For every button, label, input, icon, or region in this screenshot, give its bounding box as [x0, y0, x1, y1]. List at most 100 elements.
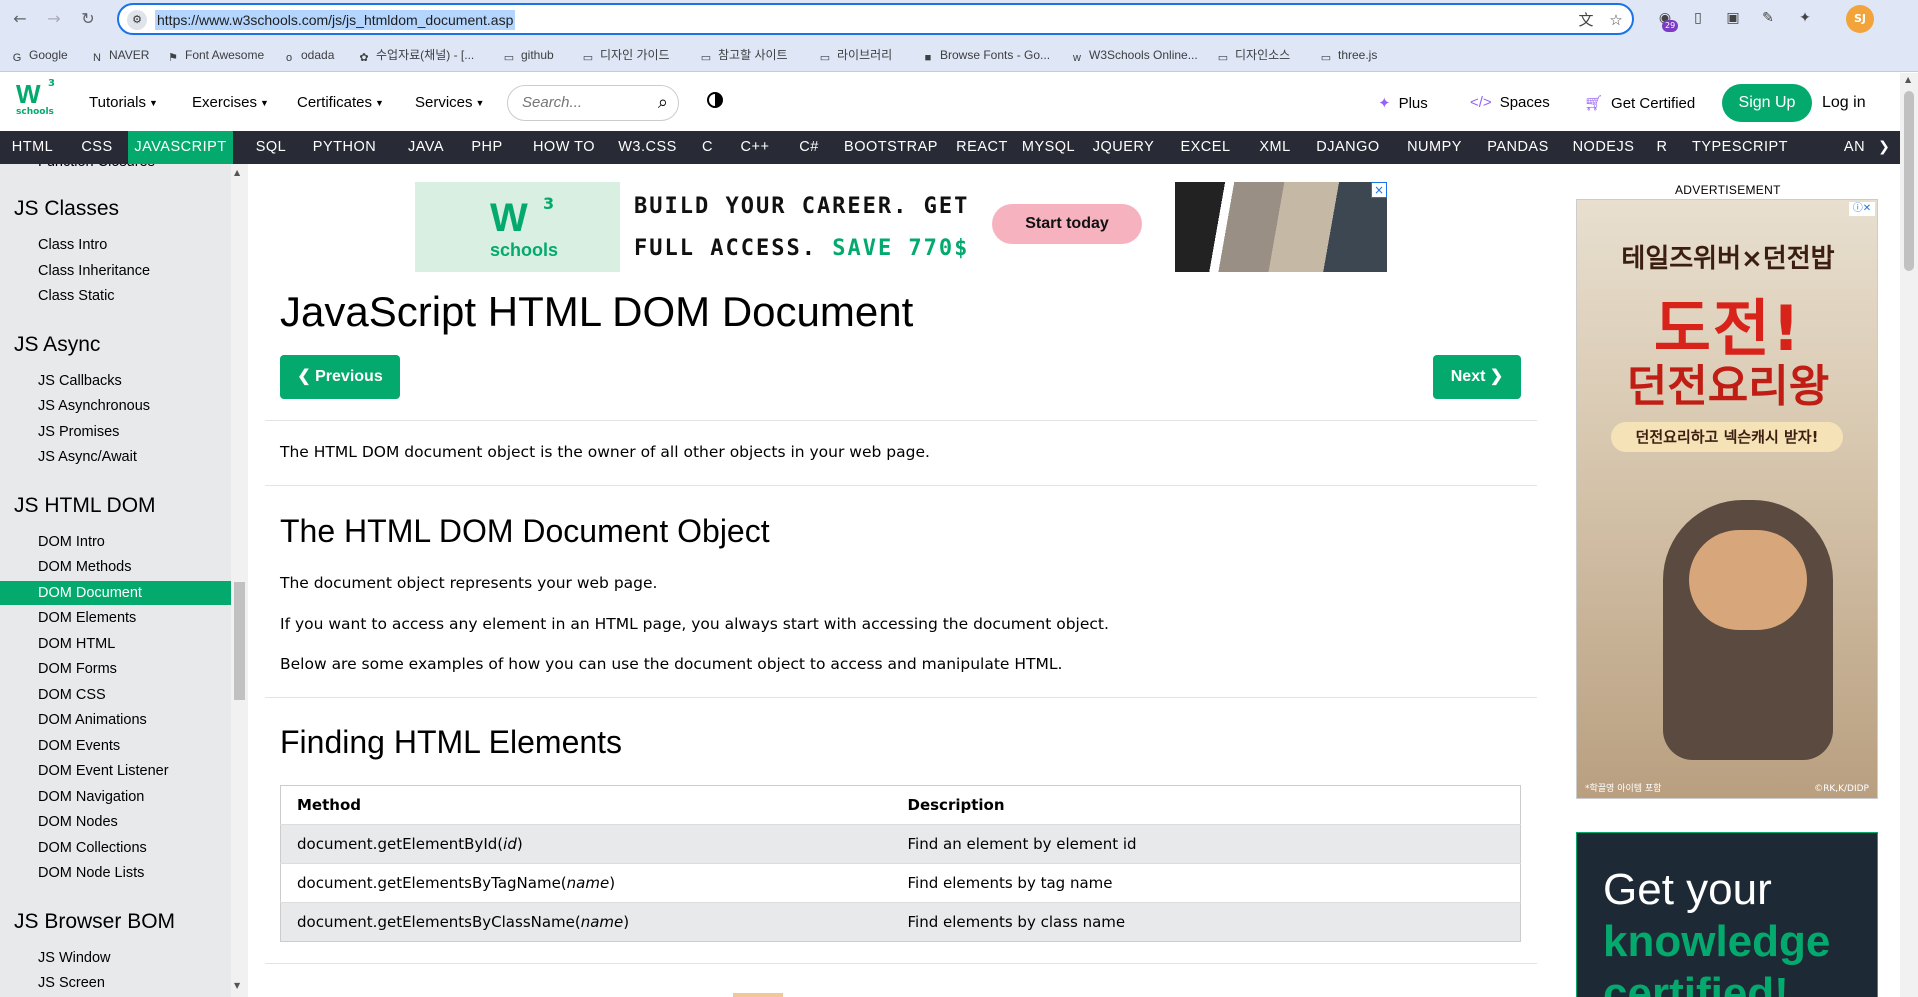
sidebar-item-partial[interactable]: Function Closures	[0, 164, 231, 174]
topnav-item-typescript[interactable]: TYPESCRIPT	[1677, 131, 1803, 164]
sidebar-item-js-asynchronous[interactable]: JS Asynchronous	[0, 394, 231, 418]
topnav-item-jquery[interactable]: JQUERY	[1083, 131, 1164, 164]
sidebar-item-dom-collections[interactable]: DOM Collections	[0, 836, 231, 860]
search-box[interactable]: ⌕	[507, 85, 679, 121]
topnav-item-nodejs[interactable]: NODEJS	[1562, 131, 1645, 164]
sign-up-button[interactable]: Sign Up	[1722, 84, 1812, 122]
start-today-button[interactable]: Start today	[992, 204, 1142, 244]
topnav-item-r[interactable]: R	[1649, 131, 1675, 164]
topnav-item-javascript[interactable]: JAVASCRIPT	[128, 131, 233, 164]
sidebar-item-js-screen[interactable]: JS Screen	[0, 971, 231, 995]
topnav-item-xml[interactable]: XML	[1248, 131, 1302, 164]
bookmark-item[interactable]: ▭ 디자인소스	[1216, 47, 1290, 64]
topnav-item-php[interactable]: PHP	[458, 131, 516, 164]
topnav-item-mysql[interactable]: MYSQL	[1017, 131, 1080, 164]
extensions-puzzle-icon[interactable]: ✦	[1795, 8, 1815, 28]
topnav-item-numpy[interactable]: NUMPY	[1395, 131, 1474, 164]
topnav-item-how-to[interactable]: HOW TO	[522, 131, 606, 164]
sidebar-item-dom-css[interactable]: DOM CSS	[0, 683, 231, 707]
menu-tutorials[interactable]: Tutorials ▼	[89, 94, 158, 111]
sidebar-item-dom-intro[interactable]: DOM Intro	[0, 530, 231, 554]
bookmark-item[interactable]: ✿ 수업자료(채널) - [...	[357, 47, 474, 64]
sidebar-item-dom-html[interactable]: DOM HTML	[0, 632, 231, 656]
search-input[interactable]	[522, 94, 642, 111]
next-button[interactable]: Next ❯	[1433, 355, 1521, 399]
eyedropper-icon[interactable]: ✎	[1758, 8, 1778, 28]
menu-certificates[interactable]: Certificates ▼	[297, 94, 384, 111]
w3schools-logo[interactable]: W 3 schools	[14, 78, 58, 120]
sidebar-item-class-inheritance[interactable]: Class Inheritance	[0, 259, 231, 283]
reader-icon[interactable]: ▯	[1688, 8, 1708, 28]
sidebar-item-dom-nodes[interactable]: DOM Nodes	[0, 810, 231, 834]
sidebar-item-dom-navigation[interactable]: DOM Navigation	[0, 785, 231, 809]
topnav-item-react[interactable]: REACT	[950, 131, 1014, 164]
theme-toggle-icon[interactable]	[707, 92, 723, 108]
page-scroll-thumb[interactable]	[1904, 91, 1914, 271]
bookmark-item[interactable]: o odada	[282, 47, 334, 64]
sidebar-scrollbar[interactable]: ▲ ▼	[231, 164, 248, 997]
topnav-item-pandas[interactable]: PANDAS	[1478, 131, 1558, 164]
topnav-item-html[interactable]: HTML	[0, 131, 65, 164]
topnav-item-c-[interactable]: C++	[728, 131, 782, 164]
spaces-link[interactable]: </> Spaces	[1470, 94, 1550, 111]
get-certified-link[interactable]: 🛒︎ Get Certified	[1584, 94, 1695, 112]
sidebar-item-js-callbacks[interactable]: JS Callbacks	[0, 369, 231, 393]
menu-services[interactable]: Services ▼	[415, 94, 484, 111]
topnav-item-python[interactable]: PYTHON	[300, 131, 389, 164]
sidebar-item-class-intro[interactable]: Class Intro	[0, 233, 231, 257]
back-icon[interactable]: ←	[8, 7, 32, 31]
scroll-up-icon[interactable]: ▲	[234, 168, 240, 177]
certification-ad[interactable]: Get your knowledge certified!	[1576, 832, 1878, 997]
sidebar-item-dom-node-lists[interactable]: DOM Node Lists	[0, 861, 231, 885]
bookmark-item[interactable]: ▭ github	[502, 47, 554, 64]
previous-button[interactable]: ❮ Previous	[280, 355, 400, 399]
bookmark-item[interactable]: G Google	[10, 47, 68, 64]
bookmark-item[interactable]: ▭ three.js	[1319, 47, 1378, 64]
sidebar-item-dom-events[interactable]: DOM Events	[0, 734, 231, 758]
sidebar-item-dom-methods[interactable]: DOM Methods	[0, 555, 231, 579]
topnav-item-css[interactable]: CSS	[68, 131, 126, 164]
search-icon[interactable]: ⌕	[658, 93, 668, 113]
translate-icon[interactable]: 文	[1576, 10, 1596, 30]
sidebar-item-js-async-await[interactable]: JS Async/Await	[0, 445, 231, 469]
sidebar-item-class-static[interactable]: Class Static	[0, 284, 231, 308]
scroll-down-icon[interactable]: ▼	[234, 981, 240, 990]
bookmark-item[interactable]: ▭ 라이브러리	[818, 47, 892, 64]
reload-icon[interactable]: ↻	[76, 7, 100, 31]
topnav-item-excel[interactable]: EXCEL	[1167, 131, 1244, 164]
scroll-up-icon[interactable]: ▲	[1905, 75, 1911, 84]
sidebar-item-dom-forms[interactable]: DOM Forms	[0, 657, 231, 681]
address-bar[interactable]: ⚙ https://www.w3schools.com/js/js_htmldo…	[117, 3, 1634, 35]
topnav-item-c-[interactable]: C#	[786, 131, 832, 164]
ad-banner[interactable]: W 3 schools BUILD YOUR CAREER. GET FULL …	[415, 182, 1387, 272]
bookmark-star-icon[interactable]: ☆	[1606, 10, 1626, 30]
profile-avatar[interactable]: SJ	[1846, 5, 1874, 33]
chevron-right-icon[interactable]: ❯	[1868, 131, 1900, 164]
bookmark-item[interactable]: ■ Browse Fonts - Go...	[921, 47, 1050, 64]
bookmark-item[interactable]: ⚑ Font Awesome	[166, 47, 264, 64]
sidebar-item-js-promises[interactable]: JS Promises	[0, 420, 231, 444]
topnav-item-c[interactable]: C	[690, 131, 725, 164]
sidebar-item-dom-animations[interactable]: DOM Animations	[0, 708, 231, 732]
sidebar-scroll-thumb[interactable]	[234, 582, 245, 700]
url-text[interactable]: https://www.w3schools.com/js/js_htmldom_…	[155, 10, 516, 30]
forward-icon[interactable]: →	[42, 7, 66, 31]
topnav-item-bootstrap[interactable]: BOOTSTRAP	[836, 131, 946, 164]
log-in-link[interactable]: Log in	[1822, 94, 1866, 112]
ad-close-icon[interactable]: ×	[1371, 182, 1387, 198]
bookmark-item[interactable]: w W3Schools Online...	[1070, 47, 1198, 64]
topnav-item-w3-css[interactable]: W3.CSS	[609, 131, 686, 164]
topnav-item-sql[interactable]: SQL	[245, 131, 297, 164]
topnav-item-an[interactable]: AN	[1841, 131, 1868, 164]
sidebar-item-dom-event-listener[interactable]: DOM Event Listener	[0, 759, 231, 783]
topnav-item-django[interactable]: DJANGO	[1305, 131, 1391, 164]
site-info-icon[interactable]: ⚙	[127, 10, 147, 30]
sidebar-item-dom-document[interactable]: DOM Document	[0, 580, 231, 605]
bookmark-item[interactable]: ▭ 참고할 사이트	[699, 47, 788, 64]
bookmark-item[interactable]: N NAVER	[90, 47, 149, 64]
sidebar-item-js-window[interactable]: JS Window	[0, 946, 231, 970]
sidebar-item-dom-elements[interactable]: DOM Elements	[0, 606, 231, 630]
game-ad[interactable]: ⓘ✕ 테일즈위버×던전밥 도전! 던전요리왕 던전요리하고 넥슨캐시 받자! *…	[1576, 199, 1878, 799]
screenshot-icon[interactable]: ▣	[1723, 8, 1743, 28]
plus-link[interactable]: ✦ Plus	[1378, 94, 1428, 112]
